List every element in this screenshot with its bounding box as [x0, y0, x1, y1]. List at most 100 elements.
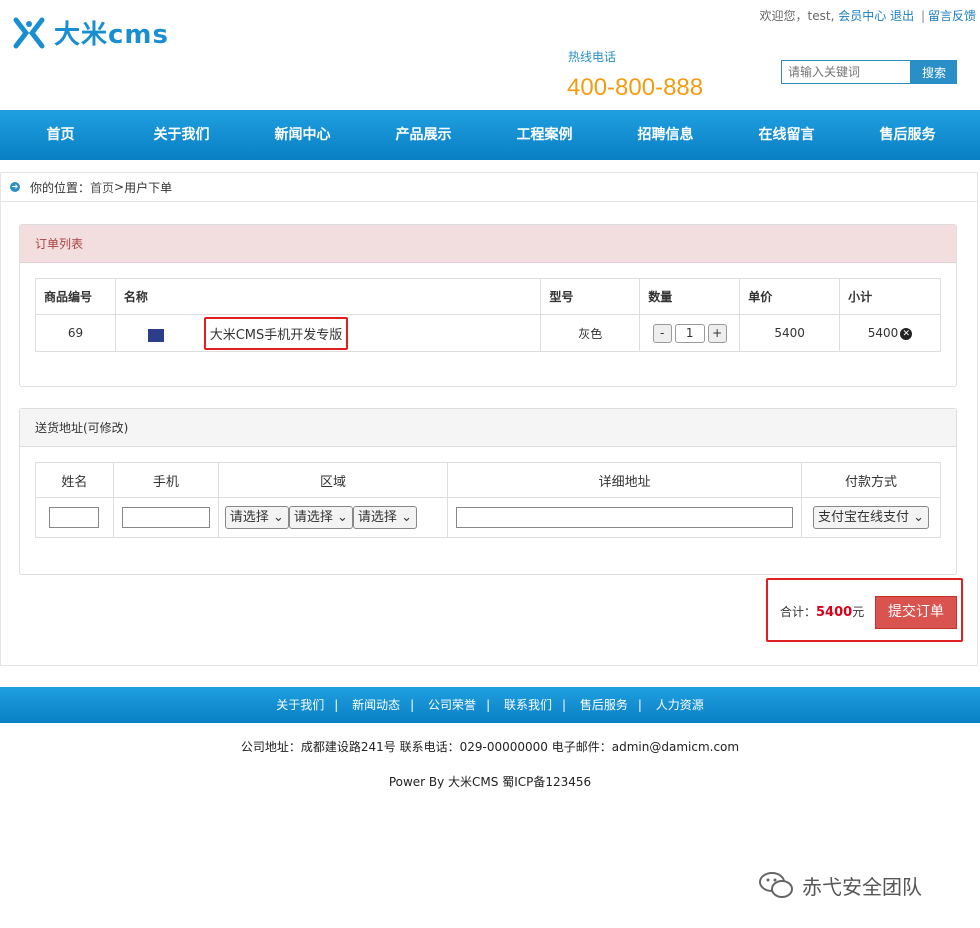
- total-prefix: 合计：: [780, 605, 817, 619]
- footer-separator: |: [334, 698, 339, 712]
- product-model: 灰色: [540, 314, 641, 352]
- nav-item-cases[interactable]: 工程案例: [484, 110, 605, 160]
- nav-item-news[interactable]: 新闻中心: [242, 110, 363, 160]
- phone-input[interactable]: [121, 507, 210, 528]
- chevron-down-icon: ⌄: [401, 510, 412, 525]
- col-header-id: 商品编号: [35, 278, 116, 315]
- order-table: 商品编号 名称 型号 数量 单价 小计 69 大米CMS手机开发专版 灰色 - …: [35, 278, 941, 352]
- footer-separator: |: [561, 698, 566, 712]
- region-cell: 请选择 ⌄ 请选择 ⌄ 请选择 ⌄: [217, 497, 449, 538]
- phone-cell: [112, 497, 219, 538]
- nav-item-home[interactable]: 首页: [0, 110, 121, 160]
- nav-item-message[interactable]: 在线留言: [726, 110, 847, 160]
- total-label: 合计：5400元: [780, 603, 864, 620]
- feedback-link[interactable]: 留言反馈: [928, 9, 976, 23]
- chevron-down-icon: ⌄: [913, 510, 925, 525]
- payment-select[interactable]: 支付宝在线支付 ⌄: [813, 506, 930, 529]
- payment-select-value: 支付宝在线支付: [818, 510, 910, 525]
- name-cell: [35, 497, 114, 538]
- nav-item-about[interactable]: 关于我们: [121, 110, 242, 160]
- footer-separator: |: [637, 698, 642, 712]
- col-header-name: 名称: [114, 278, 542, 315]
- col-header-model: 型号: [540, 278, 641, 315]
- hotline-number: 400-800-888: [567, 74, 704, 101]
- table-row: 69 大米CMS手机开发专版 灰色 - 1 + 5400 5400 ✕: [35, 314, 941, 352]
- nav-item-jobs[interactable]: 招聘信息: [605, 110, 726, 160]
- footer-link-news[interactable]: 新闻动态: [352, 698, 400, 712]
- wechat-icon: [759, 872, 793, 898]
- nav-item-products[interactable]: 产品展示: [363, 110, 484, 160]
- footer-power: Power By 大米CMS 蜀ICP备123456: [388, 775, 592, 789]
- city-select-value: 请选择: [293, 510, 333, 525]
- welcome-text: 欢迎您，test,: [759, 9, 835, 23]
- total-amount: 5400: [816, 605, 853, 620]
- logo-text: 大米cms: [54, 20, 169, 50]
- top-links: 欢迎您，test, 会员中心 退出 | 留言反馈: [760, 7, 976, 24]
- district-select-value: 请选择: [357, 510, 397, 525]
- top-links-separator: |: [920, 9, 925, 23]
- nav-item-service[interactable]: 售后服务: [847, 110, 968, 160]
- quantity-stepper: - 1 +: [639, 314, 741, 352]
- qty-increase-button[interactable]: +: [707, 323, 727, 343]
- detail-address-input[interactable]: [456, 507, 794, 528]
- footer-link-contact[interactable]: 联系我们: [504, 698, 552, 712]
- search-bar: 搜索: [781, 60, 957, 84]
- footer-link-honors[interactable]: 公司荣誉: [428, 698, 476, 712]
- location-icon: ➜: [10, 182, 20, 192]
- address-table-header: 姓名 手机 区域 详细地址 付款方式: [35, 462, 941, 498]
- logo-icon: [13, 17, 45, 48]
- shipping-address-panel: 送货地址(可修改) 姓名 手机 区域 详细地址 付款方式 请选择 ⌄ 请选择 ⌄ 请…: [19, 408, 957, 575]
- table-row: 请选择 ⌄ 请选择 ⌄ 请选择 ⌄ 支付宝在线支付 ⌄: [35, 497, 941, 538]
- shipping-address-title: 送货地址(可修改): [20, 409, 956, 447]
- footer-link-hr[interactable]: 人力资源: [656, 698, 704, 712]
- footer-separator: |: [410, 698, 415, 712]
- member-center-link[interactable]: 会员中心: [838, 9, 886, 23]
- chevron-down-icon: ⌄: [272, 510, 284, 525]
- province-select[interactable]: 请选择 ⌄: [224, 506, 289, 529]
- unit-price: 5400: [739, 314, 841, 352]
- name-input[interactable]: [49, 507, 100, 528]
- remove-icon[interactable]: ✕: [900, 327, 913, 340]
- subtotal-cell: 5400 ✕: [839, 314, 941, 352]
- breadcrumb-home-link[interactable]: 首页: [90, 179, 114, 196]
- footer-address: 公司地址：成都建设路241号 联系电话：029-00000000 电子邮件：ad…: [240, 740, 740, 754]
- footer-link-service[interactable]: 售后服务: [580, 698, 628, 712]
- city-select[interactable]: 请选择 ⌄: [288, 506, 353, 529]
- col-header-qty: 数量: [639, 278, 741, 315]
- qty-input[interactable]: 1: [674, 323, 705, 343]
- order-table-header: 商品编号 名称 型号 数量 单价 小计: [35, 278, 941, 315]
- province-select-value: 请选择: [229, 510, 269, 525]
- order-list-title: 订单列表: [20, 225, 956, 263]
- search-button[interactable]: 搜索: [911, 60, 957, 84]
- col-header-name: 姓名: [35, 462, 114, 498]
- col-header-price: 单价: [739, 278, 841, 315]
- product-thumbnail-icon[interactable]: [147, 328, 164, 342]
- breadcrumb-prefix: 你的位置：: [30, 180, 91, 195]
- subtotal-value: 5400: [867, 326, 899, 340]
- breadcrumb-separator: >: [114, 180, 125, 194]
- qty-decrease-button[interactable]: -: [652, 323, 672, 343]
- col-header-phone: 手机: [112, 462, 219, 498]
- watermark: 赤弋安全团队: [758, 870, 922, 900]
- breadcrumb: ➜ 你的位置： 首页 > 用户下单: [0, 172, 978, 202]
- submit-order-button[interactable]: 提交订单: [875, 596, 957, 629]
- footer-separator: |: [486, 698, 491, 712]
- hotline-label: 热线电话: [568, 50, 617, 64]
- col-header-detail-address: 详细地址: [447, 462, 803, 498]
- district-select[interactable]: 请选择 ⌄: [352, 506, 417, 529]
- logout-link[interactable]: 退出: [890, 9, 914, 23]
- col-header-subtotal: 小计: [839, 278, 941, 315]
- payment-cell: 支付宝在线支付 ⌄: [801, 497, 941, 538]
- product-id: 69: [35, 314, 116, 352]
- product-name[interactable]: 大米CMS手机开发专版: [203, 316, 349, 350]
- site-logo[interactable]: 大米cms: [12, 14, 169, 51]
- col-header-payment: 付款方式: [801, 462, 941, 498]
- col-header-region: 区域: [217, 462, 449, 498]
- search-input[interactable]: [781, 60, 911, 84]
- address-table: 姓名 手机 区域 详细地址 付款方式 请选择 ⌄ 请选择 ⌄ 请选择 ⌄ 支付宝在线…: [35, 462, 941, 538]
- main-nav: 首页 关于我们 新闻中心 产品展示 工程案例 招聘信息 在线留言 售后服务: [0, 110, 980, 160]
- footer-link-about[interactable]: 关于我们: [276, 698, 324, 712]
- watermark-text: 赤弋安全团队: [802, 874, 922, 899]
- order-list-panel: 订单列表 商品编号 名称 型号 数量 单价 小计 69 大米CMS手机开发专版 …: [19, 224, 957, 387]
- total-unit: 元: [852, 605, 865, 619]
